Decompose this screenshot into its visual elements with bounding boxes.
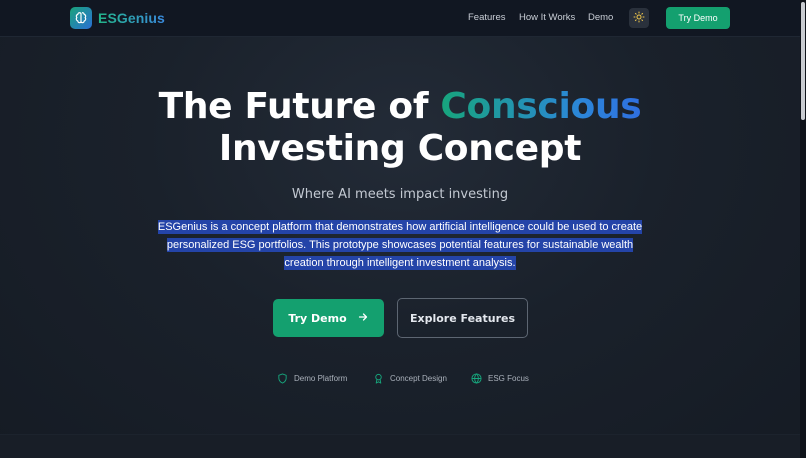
theme-toggle-button[interactable] <box>629 8 649 28</box>
globe-icon <box>471 372 482 384</box>
hero-title-part1: The Future of <box>158 86 441 127</box>
feature-item-esg-focus: ESG Focus <box>471 371 529 385</box>
page-background: ESGenius Features How It Works Demo Try … <box>0 0 806 458</box>
try-demo-button[interactable]: Try Demo <box>273 299 384 337</box>
page-scrollbar-thumb[interactable] <box>801 2 805 120</box>
hero-tagline: Where AI meets impact investing <box>291 187 509 202</box>
feature-label: ESG Focus <box>488 373 529 383</box>
nav-link-features[interactable]: Features <box>468 12 506 23</box>
top-navbar: ESGenius Features How It Works Demo Try … <box>0 0 800 37</box>
hero-description-text: ESGenius is a concept platform that demo… <box>157 220 643 270</box>
hero-title-line2: Investing Concept <box>218 128 582 169</box>
feature-label: Demo Platform <box>294 373 348 383</box>
sun-icon <box>633 11 645 26</box>
hero-title-accent: Conscious <box>440 86 642 127</box>
nav-link-demo[interactable]: Demo <box>588 12 613 23</box>
try-demo-label: Try Demo <box>288 311 347 325</box>
nav-link-how-it-works[interactable]: How It Works <box>519 12 575 23</box>
next-section-edge <box>0 434 800 458</box>
hero-title: The Future of Conscious Investing Concep… <box>0 86 800 170</box>
hero-description: ESGenius is a concept platform that demo… <box>150 218 650 272</box>
award-icon <box>373 373 384 384</box>
feature-label: Concept Design <box>390 373 447 383</box>
feature-item-demo-platform: Demo Platform <box>277 371 347 385</box>
nav-try-demo-button[interactable]: Try Demo <box>666 7 730 29</box>
feature-item-concept-design: Concept Design <box>373 371 447 385</box>
arrow-right-icon <box>357 311 369 326</box>
explore-features-button[interactable]: Explore Features <box>397 298 528 338</box>
shield-icon <box>277 372 288 384</box>
